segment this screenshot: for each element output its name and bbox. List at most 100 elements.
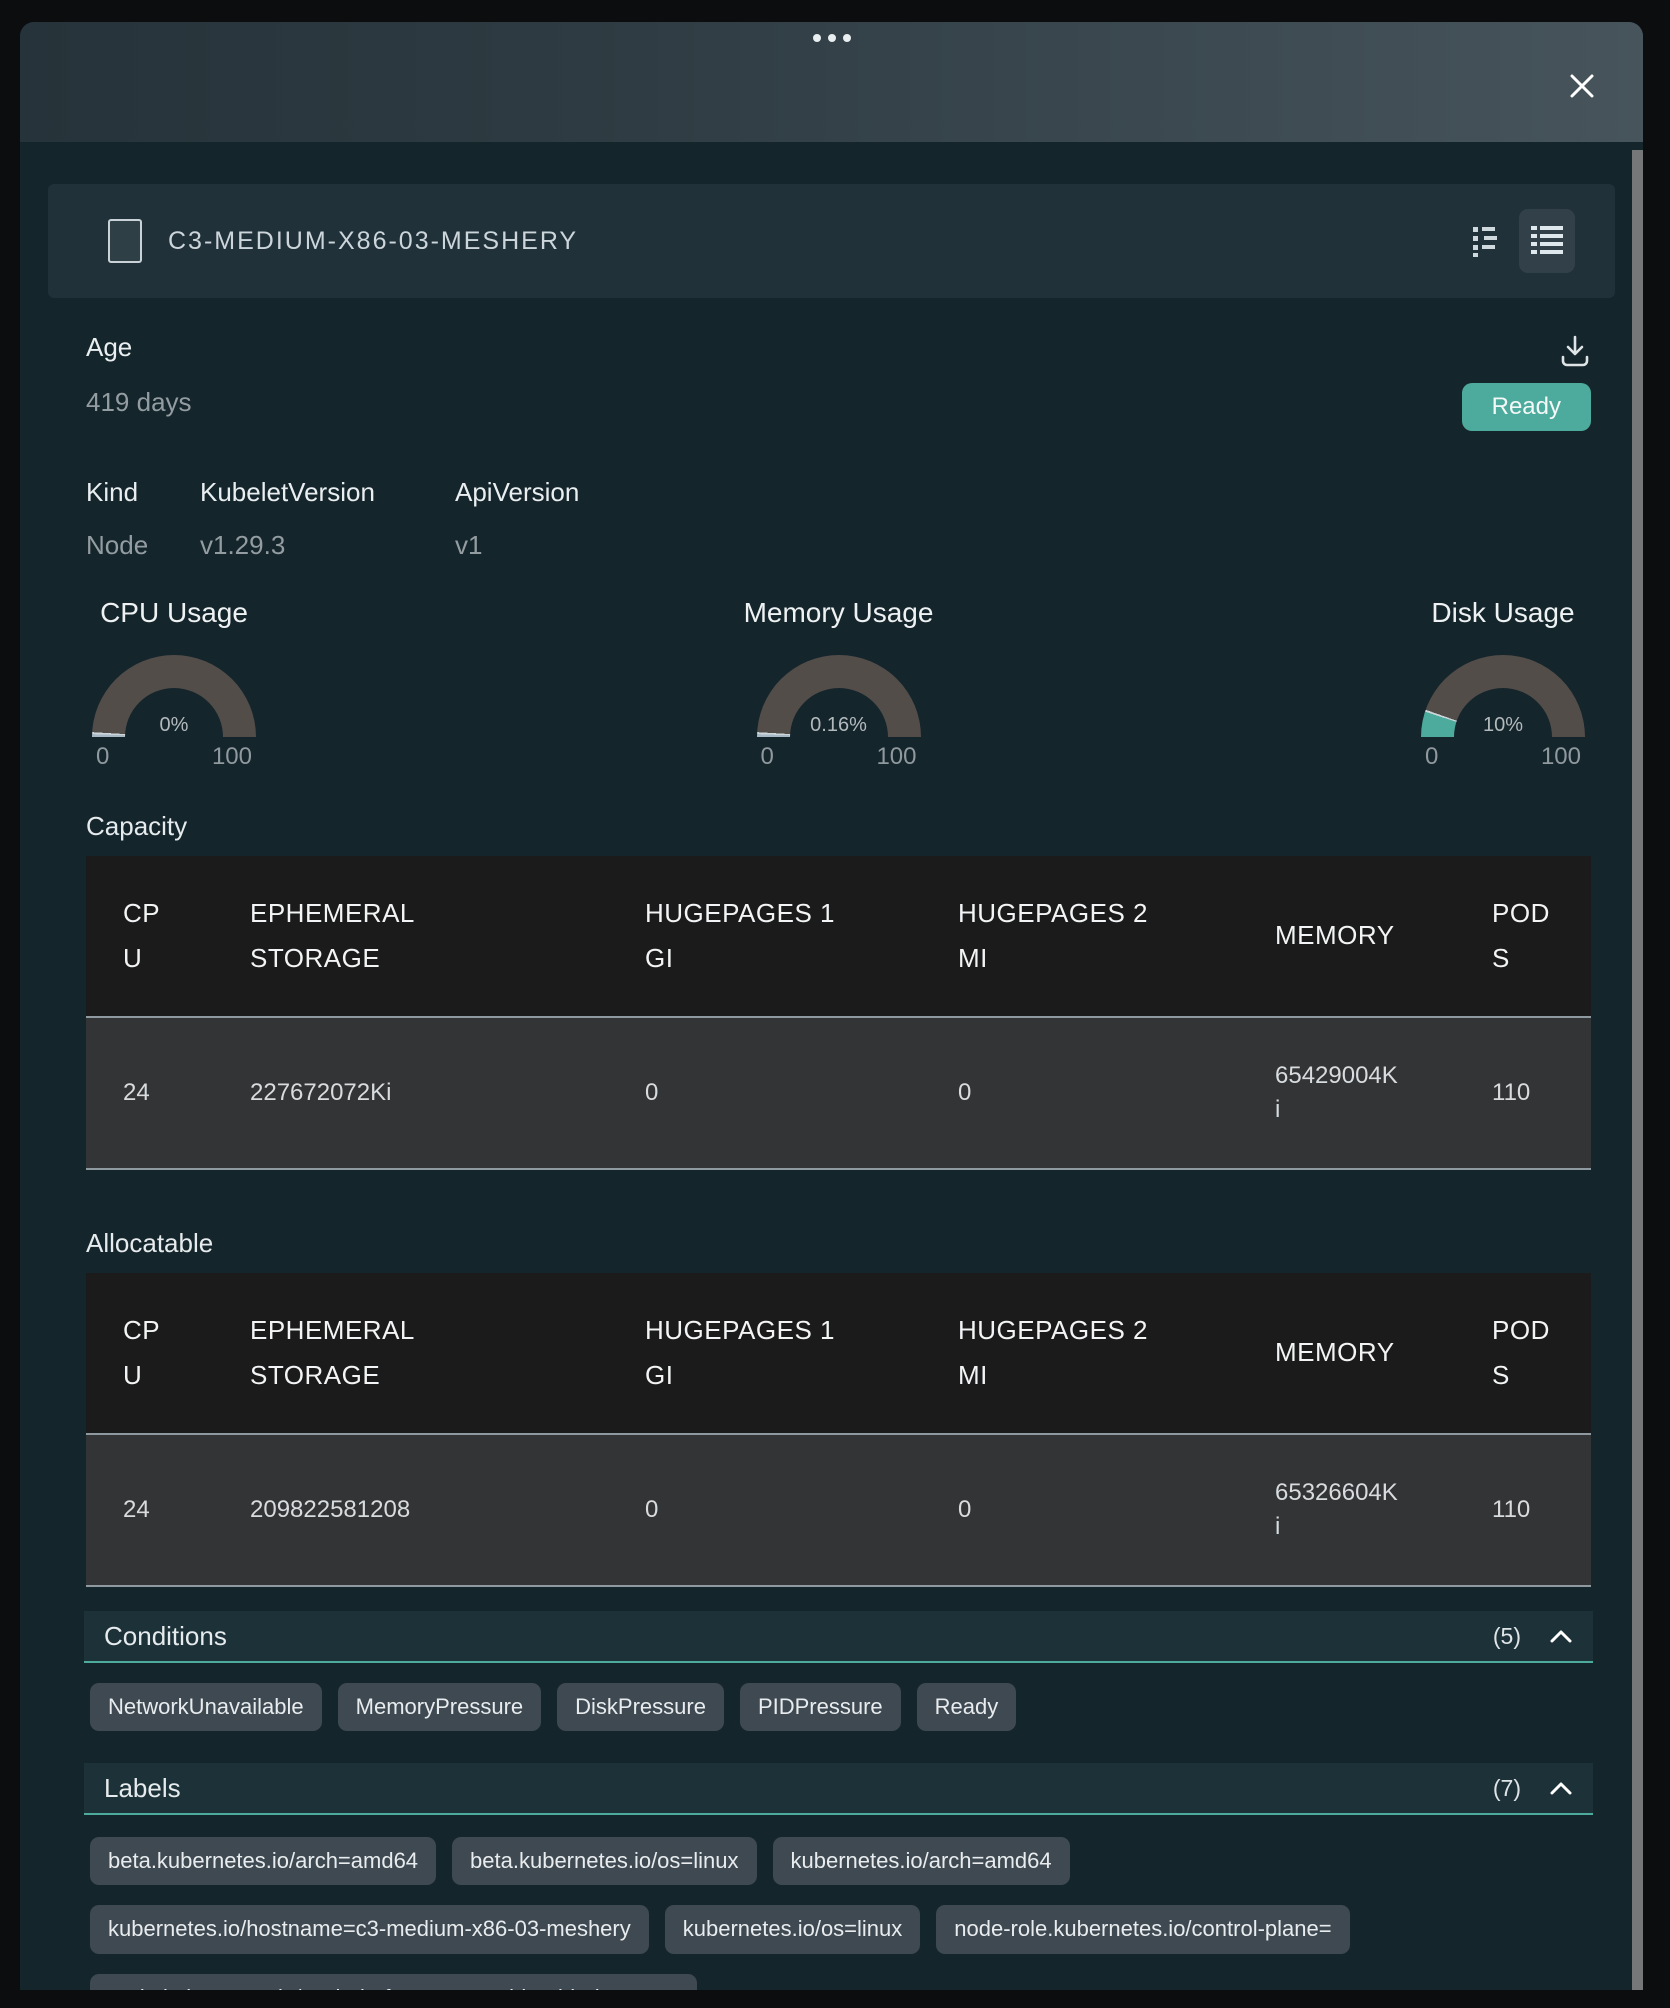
node-checkbox[interactable]	[108, 219, 142, 263]
modal-body: C3-MEDIUM-X86-03-MESHERY	[20, 142, 1643, 1990]
cell-cpu: 24	[123, 1076, 171, 1110]
labels-chip-list: beta.kubernetes.io/arch=amd64 beta.kubern…	[90, 1837, 1594, 1990]
column-header-cpu: CPU	[123, 891, 171, 982]
cell-hugepages-2mi: 0	[958, 1076, 1158, 1110]
cell-hugepages-2mi: 0	[958, 1493, 1158, 1527]
gauge-chart: 0.16% 0 100	[757, 655, 921, 771]
conditions-chip-list: NetworkUnavailable MemoryPressure DiskPres…	[90, 1683, 1594, 1731]
detail-content: Age 419 days Ready	[68, 332, 1595, 1990]
gauge-arc: 10%	[1421, 655, 1585, 737]
disk-usage-gauge: Disk Usage 10% 0 100	[1421, 597, 1585, 771]
usage-gauges: CPU Usage 0% 0 100 Memory Usage	[86, 597, 1591, 771]
column-header-hugepages-2mi: HUGEPAGES 2 MI	[958, 891, 1158, 982]
column-header-pods: PODS	[1492, 891, 1556, 982]
labels-title: Labels	[104, 1773, 181, 1804]
field-label: Kind	[86, 477, 200, 508]
condition-chip[interactable]: PIDPressure	[740, 1683, 901, 1731]
cell-ephemeral-storage: 209822581208	[250, 1493, 470, 1527]
scrollbar[interactable]	[1632, 150, 1643, 1990]
age-value: 419 days	[86, 387, 192, 418]
field-label: ApiVersion	[455, 477, 579, 508]
cell-cpu: 24	[123, 1493, 171, 1527]
tree-view-icon[interactable]	[1473, 225, 1499, 257]
gauge-max: 100	[1541, 743, 1581, 771]
field-value: v1	[455, 530, 579, 561]
gauge-max: 100	[212, 743, 252, 771]
conditions-header-right: (5)	[1493, 1623, 1573, 1650]
label-chip[interactable]: kubernetes.io/os=linux	[665, 1905, 921, 1953]
labels-section-header[interactable]: Labels (7)	[84, 1763, 1593, 1815]
cell-hugepages-1gi: 0	[645, 1076, 845, 1110]
gauge-title: CPU Usage	[100, 597, 248, 629]
label-chip[interactable]: node-role.kubernetes.io/control-plane=	[936, 1905, 1349, 1953]
column-header-ephemeral-storage: EPHEMERAL STORAGE	[250, 1308, 470, 1399]
gauge-min: 0	[96, 743, 109, 771]
cell-pods: 110	[1492, 1076, 1556, 1110]
gauge-arc: 0%	[92, 655, 256, 737]
label-chip[interactable]: beta.kubernetes.io/arch=amd64	[90, 1837, 436, 1885]
allocatable-table-row: 24 209822581208 0 0 65326604Ki 110	[86, 1433, 1591, 1587]
column-header-hugepages-1gi: HUGEPAGES 1 GI	[645, 1308, 845, 1399]
allocatable-title: Allocatable	[86, 1228, 1591, 1259]
condition-chip[interactable]: MemoryPressure	[338, 1683, 541, 1731]
close-icon[interactable]	[1563, 68, 1601, 106]
capacity-table-row: 24 227672072Ki 0 0 65429004Ki 110	[86, 1016, 1591, 1170]
cell-pods: 110	[1492, 1493, 1556, 1527]
view-toggle-group	[1473, 209, 1575, 273]
label-chip[interactable]: kubernetes.io/hostname=c3-medium-x86-03-…	[90, 1905, 649, 1953]
field-kind: Kind Node	[86, 477, 200, 561]
capacity-table: CPU EPHEMERAL STORAGE HUGEPAGES 1 GI HUG…	[86, 856, 1591, 1170]
gauge-axis: 0 100	[1421, 737, 1585, 771]
gauge-chart: 10% 0 100	[1421, 655, 1585, 771]
gauge-min: 0	[761, 743, 774, 771]
list-view-icon[interactable]	[1519, 209, 1575, 273]
gauge-min: 0	[1425, 743, 1438, 771]
age-label: Age	[86, 332, 192, 363]
capacity-table-header: CPU EPHEMERAL STORAGE HUGEPAGES 1 GI HUG…	[86, 856, 1591, 1016]
condition-chip[interactable]: DiskPressure	[557, 1683, 724, 1731]
column-header-hugepages-1gi: HUGEPAGES 1 GI	[645, 891, 845, 982]
column-header-pods: PODS	[1492, 1308, 1556, 1399]
node-details-modal: C3-MEDIUM-X86-03-MESHERY	[20, 22, 1643, 1990]
chevron-up-icon[interactable]	[1549, 1781, 1573, 1796]
label-chip[interactable]: node.kubernetes.io/exclude-from-external…	[90, 1974, 697, 1990]
gauge-max: 100	[876, 743, 916, 771]
column-header-cpu: CPU	[123, 1308, 171, 1399]
condition-chip[interactable]: NetworkUnavailable	[90, 1683, 322, 1731]
conditions-title: Conditions	[104, 1621, 227, 1652]
conditions-count: (5)	[1493, 1623, 1521, 1650]
conditions-section-header[interactable]: Conditions (5)	[84, 1611, 1593, 1663]
column-header-memory: MEMORY	[1275, 1330, 1401, 1376]
modal-header	[20, 22, 1643, 142]
cell-ephemeral-storage: 227672072Ki	[250, 1076, 470, 1110]
memory-usage-gauge: Memory Usage 0.16% 0 100	[744, 597, 934, 771]
gauge-axis: 0 100	[757, 737, 921, 771]
gauge-chart: 0% 0 100	[92, 655, 256, 771]
status-badge: Ready	[1462, 383, 1591, 431]
gauge-value: 0%	[92, 714, 256, 737]
label-chip[interactable]: beta.kubernetes.io/os=linux	[452, 1837, 756, 1885]
meta-fields: Kind Node KubeletVersion v1.29.3 ApiVers…	[86, 477, 1591, 561]
field-label: KubeletVersion	[200, 477, 455, 508]
page-background: C3-MEDIUM-X86-03-MESHERY	[0, 0, 1670, 2008]
gauge-title: Memory Usage	[744, 597, 934, 629]
column-header-hugepages-2mi: HUGEPAGES 2 MI	[958, 1308, 1158, 1399]
age-row: Age 419 days Ready	[86, 332, 1591, 431]
drag-handle-icon[interactable]	[813, 34, 851, 42]
field-api-version: ApiVersion v1	[455, 477, 579, 561]
cpu-usage-gauge: CPU Usage 0% 0 100	[92, 597, 256, 771]
gauge-value: 10%	[1421, 714, 1585, 737]
gauge-axis: 0 100	[92, 737, 256, 771]
download-icon[interactable]	[1559, 334, 1591, 371]
gauge-value: 0.16%	[757, 714, 921, 737]
label-chip[interactable]: kubernetes.io/arch=amd64	[773, 1837, 1070, 1885]
chevron-up-icon[interactable]	[1549, 1629, 1573, 1644]
node-title: C3-MEDIUM-X86-03-MESHERY	[168, 227, 578, 256]
age-block: Age 419 days	[86, 332, 192, 431]
cell-memory: 65429004Ki	[1275, 1059, 1401, 1126]
gauge-arc: 0.16%	[757, 655, 921, 737]
allocatable-table: CPU EPHEMERAL STORAGE HUGEPAGES 1 GI HUG…	[86, 1273, 1591, 1587]
age-actions: Ready	[1462, 332, 1591, 431]
node-title-card: C3-MEDIUM-X86-03-MESHERY	[48, 184, 1615, 298]
condition-chip[interactable]: Ready	[917, 1683, 1017, 1731]
